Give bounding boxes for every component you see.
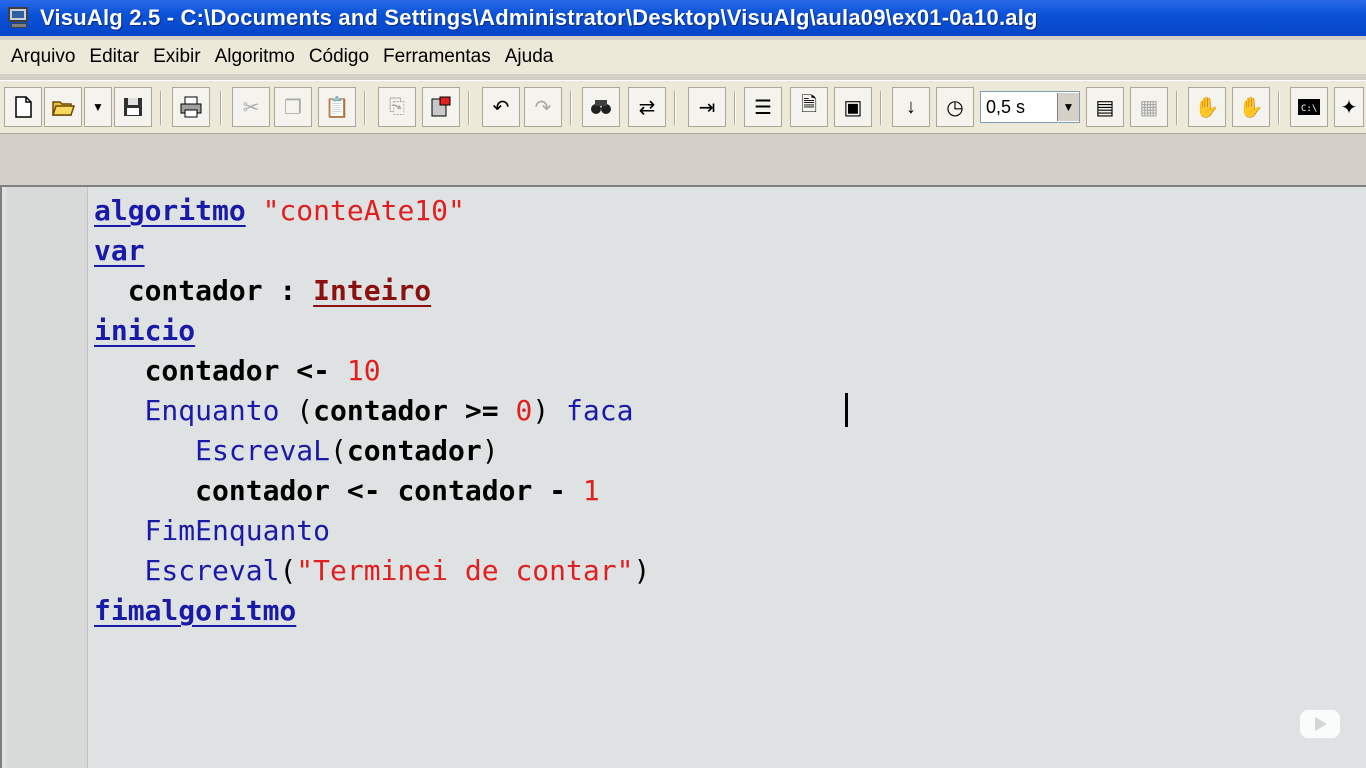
magic-wand-icon[interactable]: ✦ xyxy=(1334,87,1364,127)
undo-icon[interactable]: ↶ xyxy=(482,87,520,127)
copy-document-icon[interactable]: ⎘ xyxy=(378,87,416,127)
print-icon[interactable] xyxy=(172,87,210,127)
code-editor[interactable]: algoritmo "conteAte10" var contador : In… xyxy=(0,185,1366,768)
open-folder-icon[interactable] xyxy=(44,87,82,127)
dropdown-arrow-icon[interactable]: ▼ xyxy=(84,87,112,127)
code-line-1: algoritmo "conteAte10" xyxy=(94,194,465,227)
new-file-icon[interactable] xyxy=(4,87,42,127)
variables-icon[interactable]: ▤ xyxy=(1086,87,1124,127)
menu-ajuda[interactable]: Ajuda xyxy=(498,46,561,68)
menu-bar: Arquivo Editar Exibir Algoritmo Código F… xyxy=(0,40,1366,74)
menu-algoritmo[interactable]: Algoritmo xyxy=(208,46,302,68)
svg-text:C:\: C:\ xyxy=(1301,104,1317,114)
code-line-2: var xyxy=(94,234,145,267)
find-icon[interactable] xyxy=(582,87,620,127)
paste-icon[interactable]: 📋 xyxy=(318,87,356,127)
code-line-11: fimalgoritmo xyxy=(94,594,297,627)
chevron-down-icon[interactable]: ▼ xyxy=(1057,93,1079,121)
menu-codigo[interactable]: Código xyxy=(302,46,376,68)
code-line-9: FimEnquanto xyxy=(144,514,331,547)
menu-exibir[interactable]: Exibir xyxy=(146,46,208,68)
window-title: VisuAlg 2.5 - C:\Documents and Settings\… xyxy=(40,5,1038,30)
speed-select[interactable]: 0,5 s ▼ xyxy=(980,91,1080,123)
copy-icon[interactable]: ❐ xyxy=(274,87,312,127)
toolbar: ▼ ✂ ❐ 📋 ⎘ ↶ ↷ ⇄ ⇥ ☰ 🗎 ▣ ↓ ◷ 0,5 s ▼ ▤ ▦ … xyxy=(0,80,1366,134)
hand-icon[interactable]: ✋ xyxy=(1188,87,1226,127)
code-line-5: contador <- 10 xyxy=(144,354,381,387)
code-line-10: Escreval("Terminei de contar") xyxy=(144,554,651,587)
text-caret xyxy=(845,393,848,427)
paste-document-icon[interactable] xyxy=(422,87,460,127)
title-bar[interactable]: VisuAlg 2.5 - C:\Documents and Settings\… xyxy=(0,0,1366,36)
code-line-8: contador <- contador - 1 xyxy=(195,474,600,507)
numbered-list-icon[interactable]: ☰ xyxy=(744,87,782,127)
menu-ferramentas[interactable]: Ferramentas xyxy=(376,46,498,68)
form-icon[interactable]: ▣ xyxy=(834,87,872,127)
timer-icon[interactable]: ◷ xyxy=(936,87,974,127)
menu-editar[interactable]: Editar xyxy=(82,46,146,68)
redo-icon[interactable]: ↷ xyxy=(524,87,562,127)
speed-value: 0,5 s xyxy=(986,96,1026,117)
line-gutter xyxy=(6,187,88,768)
console-icon[interactable]: C:\ xyxy=(1290,87,1328,127)
code-line-6: Enquanto (contador >= 0) faca xyxy=(144,394,634,427)
document-icon[interactable]: 🗎 xyxy=(790,87,828,127)
save-icon[interactable] xyxy=(114,87,152,127)
replace-icon[interactable]: ⇄ xyxy=(628,87,666,127)
indent-icon[interactable]: ⇥ xyxy=(688,87,726,127)
code-line-3: contador : Inteiro xyxy=(127,274,432,307)
cut-icon[interactable]: ✂ xyxy=(232,87,270,127)
step-icon[interactable]: ↓ xyxy=(892,87,930,127)
code-area[interactable]: algoritmo "conteAte10" var contador : In… xyxy=(94,191,650,631)
stop-hand-icon[interactable]: ✋ xyxy=(1232,87,1270,127)
toolbar-spacer xyxy=(0,135,1366,185)
breakpoint-icon[interactable]: ▦ xyxy=(1130,87,1168,127)
code-line-7: EscrevaL(contador) xyxy=(195,434,499,467)
menu-arquivo[interactable]: Arquivo xyxy=(4,46,82,68)
code-line-4: inicio xyxy=(94,314,196,347)
video-watermark-icon xyxy=(1300,710,1340,738)
visualg-app-icon[interactable] xyxy=(6,5,32,31)
